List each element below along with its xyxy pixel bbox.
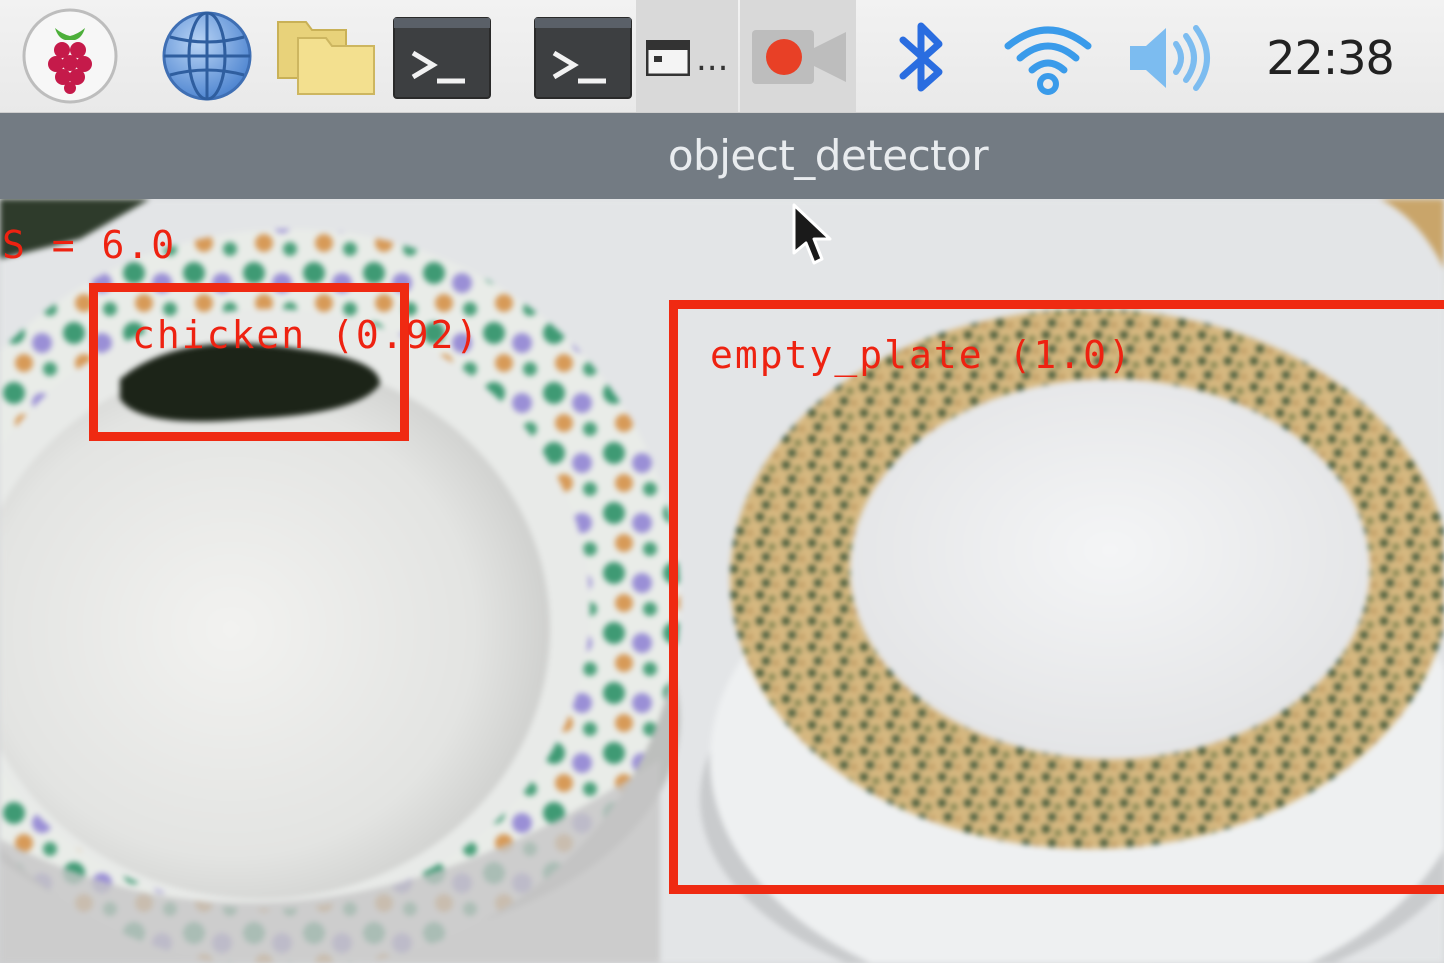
globe-icon — [162, 11, 252, 101]
terminal-icon — [393, 17, 491, 99]
terminal-icon — [534, 17, 632, 99]
bluetooth-icon — [899, 22, 943, 92]
clock[interactable]: 22:38 — [1250, 28, 1410, 88]
window-icon — [646, 40, 690, 76]
folder-icon — [277, 21, 375, 95]
file-manager-button[interactable] — [272, 0, 378, 112]
fps-text: S = 6.0 — [2, 223, 177, 267]
bounding-box-empty-plate — [669, 300, 1444, 894]
camera-record-icon — [752, 30, 846, 84]
window-titlebar[interactable]: object_detector — [0, 113, 1444, 199]
terminal-window-button[interactable] — [530, 0, 635, 112]
bluetooth-tray-button[interactable] — [888, 0, 958, 112]
camera-window-button[interactable] — [740, 0, 856, 112]
terminal-launcher-button[interactable] — [390, 0, 494, 112]
detection-label-chicken: chicken (0.92) — [132, 313, 481, 357]
wifi-icon — [1004, 26, 1092, 95]
detection-label-empty-plate: empty_plate (1.0) — [710, 333, 1133, 377]
mouse-cursor-icon — [792, 203, 832, 265]
volume-icon — [1130, 25, 1210, 91]
volume-tray-button[interactable] — [1120, 0, 1220, 112]
camera-view: S = 6.0 chicken (0.92) empty_plate (1.0) — [0, 199, 1444, 963]
window-title: object_detector — [667, 131, 989, 180]
raspberry-menu-button[interactable] — [14, 0, 124, 112]
raspberry-icon — [22, 8, 118, 104]
taskbar: ... 22:38 — [0, 0, 1444, 113]
window-list-label: ... — [696, 39, 729, 79]
bounding-box-chicken — [89, 283, 409, 441]
web-browser-button[interactable] — [155, 0, 260, 112]
wifi-tray-button[interactable] — [998, 0, 1098, 112]
window-list-item[interactable]: ... — [636, 0, 738, 112]
